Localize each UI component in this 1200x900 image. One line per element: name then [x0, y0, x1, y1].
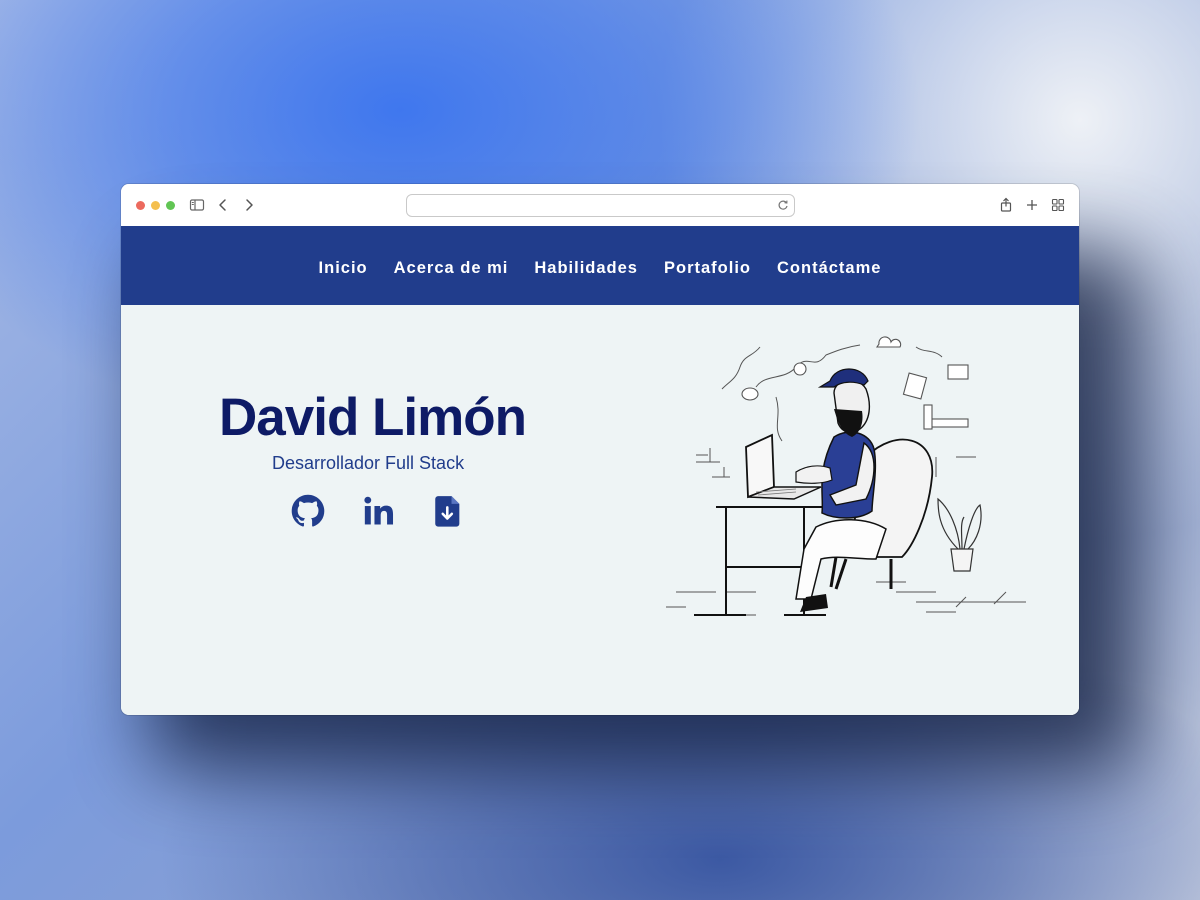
back-icon[interactable] — [215, 197, 231, 213]
nav-item-inicio[interactable]: Inicio — [319, 253, 368, 278]
address-bar[interactable] — [406, 194, 795, 217]
main-navigation: Inicio Acerca de mi Habilidades Portafol… — [121, 226, 1079, 305]
hero-role: Desarrollador Full Stack — [272, 453, 465, 473]
new-tab-icon[interactable] — [1024, 197, 1040, 213]
nav-item-contactame[interactable]: Contáctame — [777, 253, 881, 278]
sidebar-icon[interactable] — [189, 197, 205, 213]
tab-overview-icon[interactable] — [1050, 197, 1066, 213]
hero-section: David Limón Desarrollador Full Stack — [121, 305, 1079, 715]
linkedin-icon[interactable] — [362, 493, 396, 529]
hero-name: David Limón — [219, 388, 527, 447]
developer-illustration — [666, 336, 1026, 616]
github-icon[interactable] — [291, 493, 325, 529]
minimize-window-button[interactable] — [151, 201, 160, 210]
forward-icon[interactable] — [241, 197, 257, 213]
download-cv-icon[interactable] — [431, 493, 465, 529]
share-icon[interactable] — [998, 197, 1014, 213]
maximize-window-button[interactable] — [166, 201, 175, 210]
plant — [937, 497, 982, 572]
nav-item-portafolio[interactable]: Portafolio — [664, 253, 751, 278]
browser-toolbar — [121, 184, 1079, 227]
nav-item-habilidades[interactable]: Habilidades — [534, 253, 638, 278]
close-window-button[interactable] — [136, 201, 145, 210]
browser-window: Inicio Acerca de mi Habilidades Portafol… — [121, 184, 1079, 715]
nav-item-acerca[interactable]: Acerca de mi — [394, 253, 509, 278]
reload-icon[interactable] — [776, 198, 790, 212]
